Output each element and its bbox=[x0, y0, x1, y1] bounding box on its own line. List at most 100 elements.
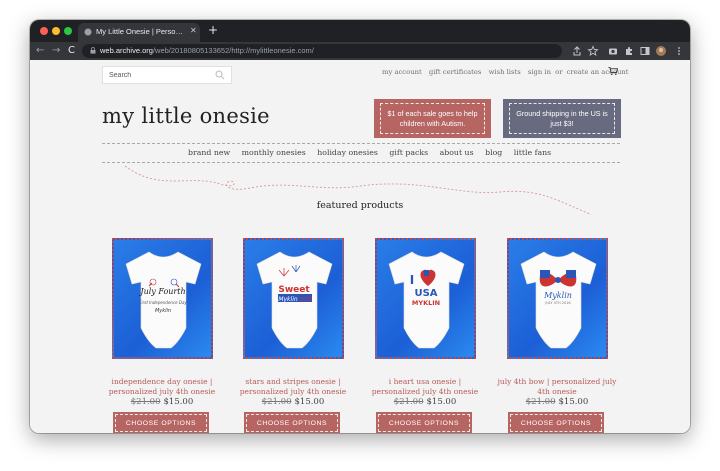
account-links: my account gift certificates wish lists … bbox=[382, 68, 634, 76]
svg-text:July Fourth: July Fourth bbox=[138, 287, 185, 296]
my-account-link[interactable]: my account bbox=[382, 68, 422, 76]
sale-price: $15.00 bbox=[558, 397, 589, 407]
search-icon[interactable] bbox=[215, 70, 225, 80]
promo-shipping-text: Ground shipping in the US is just $3! bbox=[509, 103, 615, 134]
sale-price: $15.00 bbox=[294, 397, 325, 407]
share-icon[interactable] bbox=[571, 45, 583, 57]
url-host: web.archive.org bbox=[100, 46, 153, 55]
browser-tab[interactable]: My Little Onesie | Personalized ✕ bbox=[78, 23, 200, 42]
product-image[interactable]: Sweet Myklin 2016 bbox=[243, 238, 344, 359]
product-card: Sweet Myklin 2016 stars and stripes ones… bbox=[233, 238, 353, 433]
nav-little-fans[interactable]: little fans bbox=[514, 148, 551, 157]
extensions-puzzle-icon[interactable] bbox=[623, 45, 635, 57]
product-name[interactable]: july 4th bow | personalized july 4th one… bbox=[497, 377, 617, 396]
forward-button[interactable]: → bbox=[52, 44, 60, 58]
product-card: Myklin JULY 4TH 2016 july 4th bow | pers… bbox=[497, 238, 617, 433]
nav-monthly-onesies[interactable]: monthly onesies bbox=[242, 148, 306, 157]
product-price: $21.00 $15.00 bbox=[497, 397, 617, 407]
nav-blog[interactable]: blog bbox=[485, 148, 502, 157]
onesie-image-icon: Myklin JULY 4TH 2016 bbox=[520, 251, 597, 349]
reload-button[interactable]: C bbox=[68, 44, 75, 58]
old-price: $21.00 bbox=[261, 397, 292, 407]
product-card: July Fourth First Independence Day Mykli… bbox=[102, 238, 222, 433]
favicon-icon bbox=[84, 28, 92, 36]
onesie-image-icon: July Fourth First Independence Day Mykli… bbox=[125, 251, 202, 349]
choose-options-label: CHOOSE OPTIONS bbox=[115, 414, 207, 432]
choose-options-button[interactable]: CHOOSE OPTIONS bbox=[244, 412, 340, 433]
old-price: $21.00 bbox=[525, 397, 556, 407]
promo-autism-banner[interactable]: $1 of each sale goes to help children wi… bbox=[374, 99, 491, 138]
create-account-link[interactable]: create an account bbox=[567, 68, 629, 76]
choose-options-button[interactable]: CHOOSE OPTIONS bbox=[376, 412, 472, 433]
browser-window: My Little Onesie | Personalized ✕ + ← → … bbox=[30, 20, 690, 433]
search-box bbox=[102, 66, 232, 84]
sign-in-link[interactable]: sign in bbox=[528, 68, 551, 76]
svg-text:2016: 2016 bbox=[300, 297, 313, 303]
svg-text:USA: USA bbox=[414, 288, 437, 299]
nav-brand-new[interactable]: brand new bbox=[188, 148, 230, 157]
product-price: $21.00 $15.00 bbox=[365, 397, 485, 407]
svg-text:MYKLIN: MYKLIN bbox=[412, 299, 440, 307]
back-button[interactable]: ← bbox=[36, 44, 44, 58]
svg-text:Sweet: Sweet bbox=[278, 285, 310, 295]
choose-options-label: CHOOSE OPTIONS bbox=[378, 414, 470, 432]
svg-text:I: I bbox=[410, 273, 414, 287]
old-price: $21.00 bbox=[130, 397, 161, 407]
choose-options-button[interactable]: CHOOSE OPTIONS bbox=[508, 412, 604, 433]
main-nav: brand new monthly onesies holiday onesie… bbox=[188, 148, 560, 157]
product-price: $21.00 $15.00 bbox=[102, 397, 222, 407]
minimize-window-button[interactable] bbox=[52, 27, 60, 35]
more-menu-icon[interactable] bbox=[673, 45, 685, 57]
svg-text:First Independence Day: First Independence Day bbox=[139, 300, 187, 305]
new-tab-button[interactable]: + bbox=[208, 23, 218, 37]
product-price: $21.00 $15.00 bbox=[233, 397, 353, 407]
or-text: or bbox=[555, 68, 563, 76]
url-path: /web/20180805133652/http://mylittleonesi… bbox=[152, 46, 314, 55]
web-page: my account gift certificates wish lists … bbox=[30, 60, 690, 433]
product-image[interactable]: July Fourth First Independence Day Mykli… bbox=[112, 238, 213, 359]
search-input[interactable] bbox=[103, 67, 213, 83]
nav-about-us[interactable]: about us bbox=[440, 148, 474, 157]
svg-text:Myklin: Myklin bbox=[155, 308, 171, 314]
side-panel-icon[interactable] bbox=[639, 45, 651, 57]
product-image[interactable]: Myklin JULY 4TH 2016 bbox=[507, 238, 608, 359]
product-name[interactable]: stars and stripes onesie | personalized … bbox=[233, 377, 353, 396]
url-text: web.archive.org/web/20180805133652/http:… bbox=[100, 46, 314, 55]
svg-text:Myklin: Myklin bbox=[278, 296, 298, 303]
nav-gift-packs[interactable]: gift packs bbox=[389, 148, 428, 157]
cart-icon[interactable] bbox=[608, 66, 618, 76]
gift-certificates-link[interactable]: gift certificates bbox=[429, 68, 482, 76]
browser-toolbar: ← → C web.archive.org/web/20180805133652… bbox=[30, 42, 690, 60]
avatar[interactable] bbox=[655, 45, 667, 57]
choose-options-label: CHOOSE OPTIONS bbox=[246, 414, 338, 432]
nav-divider-top bbox=[102, 143, 620, 144]
product-image[interactable]: I USA MYKLIN bbox=[375, 238, 476, 359]
sale-price: $15.00 bbox=[426, 397, 457, 407]
onesie-image-icon: Sweet Myklin 2016 bbox=[256, 251, 333, 349]
onesie-image-icon: I USA MYKLIN bbox=[388, 251, 465, 349]
decorative-ribbon-icon bbox=[124, 165, 591, 215]
product-name[interactable]: independence day onesie | personalized j… bbox=[102, 377, 222, 396]
site-title[interactable]: my little onesie bbox=[102, 104, 270, 128]
maximize-window-button[interactable] bbox=[64, 27, 72, 35]
tab-close-icon[interactable]: ✕ bbox=[190, 26, 197, 36]
bookmark-star-icon[interactable] bbox=[587, 45, 599, 57]
choose-options-button[interactable]: CHOOSE OPTIONS bbox=[113, 412, 209, 433]
svg-text:JULY 4TH 2016: JULY 4TH 2016 bbox=[544, 301, 570, 305]
promo-autism-text: $1 of each sale goes to help children wi… bbox=[380, 103, 485, 134]
camera-extension-icon[interactable] bbox=[607, 45, 619, 57]
nav-holiday-onesies[interactable]: holiday onesies bbox=[317, 148, 378, 157]
featured-heading: featured products bbox=[316, 200, 404, 211]
choose-options-label: CHOOSE OPTIONS bbox=[510, 414, 602, 432]
lock-icon bbox=[90, 47, 96, 54]
wish-lists-link[interactable]: wish lists bbox=[489, 68, 521, 76]
address-bar[interactable]: web.archive.org/web/20180805133652/http:… bbox=[82, 44, 562, 58]
tab-title: My Little Onesie | Personalized bbox=[96, 27, 186, 36]
close-window-button[interactable] bbox=[40, 27, 48, 35]
title-bar: My Little Onesie | Personalized ✕ + bbox=[30, 20, 690, 42]
svg-text:Myklin: Myklin bbox=[543, 291, 572, 300]
product-card: I USA MYKLIN i heart usa onesie | person… bbox=[365, 238, 485, 433]
promo-shipping-banner[interactable]: Ground shipping in the US is just $3! bbox=[503, 99, 621, 138]
old-price: $21.00 bbox=[393, 397, 424, 407]
product-name[interactable]: i heart usa onesie | personalized july 4… bbox=[365, 377, 485, 396]
